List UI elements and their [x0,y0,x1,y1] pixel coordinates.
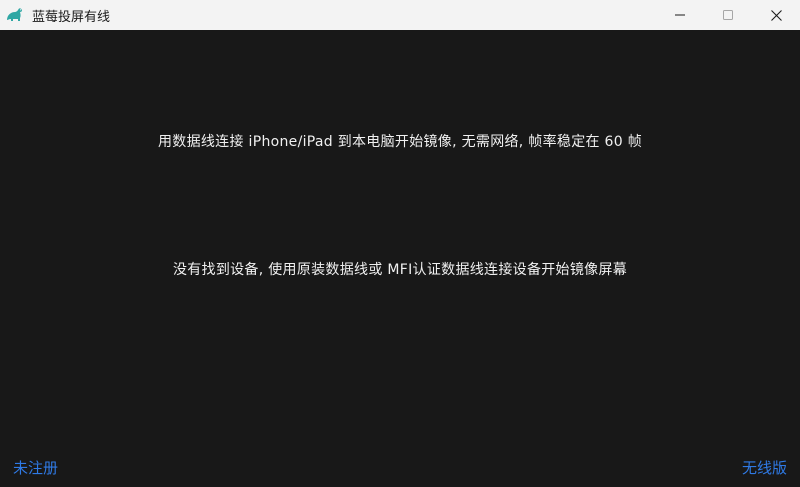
window-title: 蓝莓投屏有线 [32,9,111,25]
app-window: 蓝莓投屏有线 用数据线连接 iPhone/iPad 到本电脑开始镜像, 无需网络… [0,0,800,487]
wireless-version-link[interactable]: 无线版 [742,457,787,478]
close-button[interactable] [752,0,800,30]
maximize-button[interactable] [704,0,752,30]
title-bar[interactable]: 蓝莓投屏有线 [0,0,800,30]
maximize-icon [723,10,733,20]
app-icon [4,4,26,26]
window-controls [656,0,800,30]
close-icon [770,9,782,21]
usb-description-text: 用数据线连接 iPhone/iPad 到本电脑开始镜像, 无需网络, 帧率稳定在… [157,134,643,150]
main-content: 用数据线连接 iPhone/iPad 到本电脑开始镜像, 无需网络, 帧率稳定在… [0,30,800,487]
register-link[interactable]: 未注册 [13,457,58,478]
minimize-icon [675,14,685,16]
minimize-button[interactable] [656,0,704,30]
device-status-message: 没有找到设备, 使用原装数据线或 MFI认证数据线连接设备开始镜像屏幕 [172,262,628,278]
